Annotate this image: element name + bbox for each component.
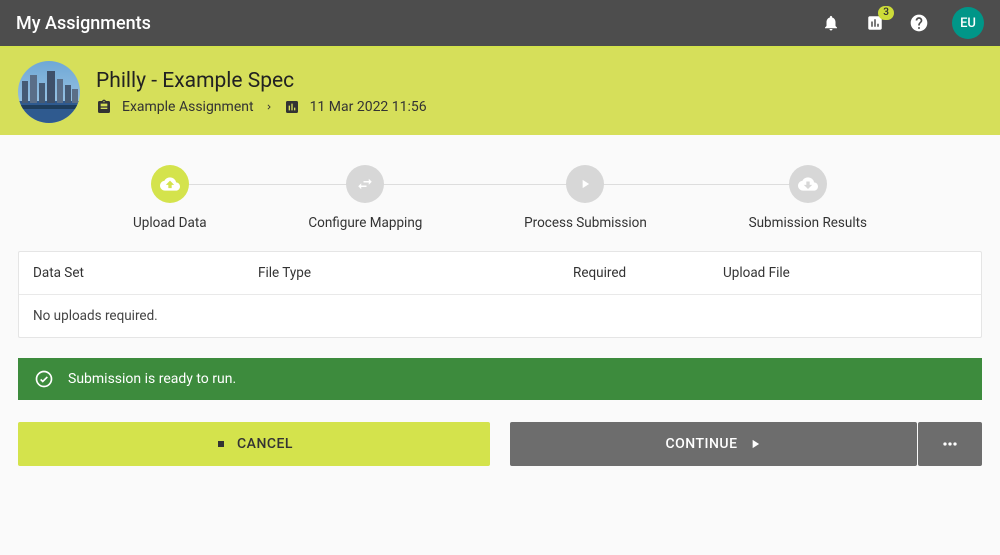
step-submission-results[interactable]: Submission Results [749,165,867,231]
stop-icon [215,438,227,450]
step-label: Upload Data [133,215,207,231]
status-message: Submission is ready to run. [68,371,236,387]
user-avatar[interactable]: EU [952,7,984,39]
table-empty-message: No uploads required. [19,295,981,337]
more-options-button[interactable] [918,422,982,466]
stepper: Upload Data Configure Mapping Process Su… [18,165,982,231]
swap-icon [346,165,384,203]
topbar: My Assignments 3 EU [0,0,1000,48]
cloud-upload-icon [151,165,189,203]
uploads-table: Data Set File Type Required Upload File … [18,251,982,338]
banner-thumbnail [18,61,80,123]
continue-button[interactable]: CONTINUE [510,422,917,466]
continue-label: CONTINUE [665,436,737,452]
app-title: My Assignments [16,13,151,34]
content-area: Upload Data Configure Mapping Process Su… [0,135,1000,466]
step-label: Process Submission [524,215,647,231]
more-horiz-icon [940,434,960,454]
play-icon [566,165,604,203]
col-header-upload: Upload File [723,265,967,281]
col-header-filetype: File Type [258,265,573,281]
step-process-submission[interactable]: Process Submission [524,165,647,231]
status-banner: Submission is ready to run. [18,358,982,400]
col-header-dataset: Data Set [33,265,258,281]
page-title: Philly - Example Spec [96,69,427,93]
cancel-label: CANCEL [237,436,293,452]
topbar-actions: 3 EU [820,7,984,39]
table-header-row: Data Set File Type Required Upload File [19,252,981,295]
chevron-right-icon [264,102,274,112]
assignment-icon [96,99,112,115]
breadcrumb: Example Assignment 11 Mar 2022 11:56 [96,99,427,115]
step-configure-mapping[interactable]: Configure Mapping [308,165,422,231]
check-circle-icon [34,369,54,389]
play-icon [748,437,762,451]
breadcrumb-timestamp: 11 Mar 2022 11:56 [310,99,427,115]
cancel-button[interactable]: CANCEL [18,422,490,466]
page-banner: Philly - Example Spec Example Assignment… [0,48,1000,135]
avatar-initials: EU [960,16,976,31]
cloud-download-icon [789,165,827,203]
breadcrumb-assignment[interactable]: Example Assignment [122,99,254,115]
analytics-badge: 3 [878,6,894,20]
notifications-icon[interactable] [820,12,842,34]
help-icon[interactable] [908,12,930,34]
chart-icon [284,99,300,115]
action-row: CANCEL CONTINUE [18,422,982,466]
col-header-required: Required [573,265,723,281]
step-label: Configure Mapping [308,215,422,231]
analytics-icon[interactable]: 3 [864,12,886,34]
step-label: Submission Results [749,215,867,231]
step-upload-data[interactable]: Upload Data [133,165,207,231]
